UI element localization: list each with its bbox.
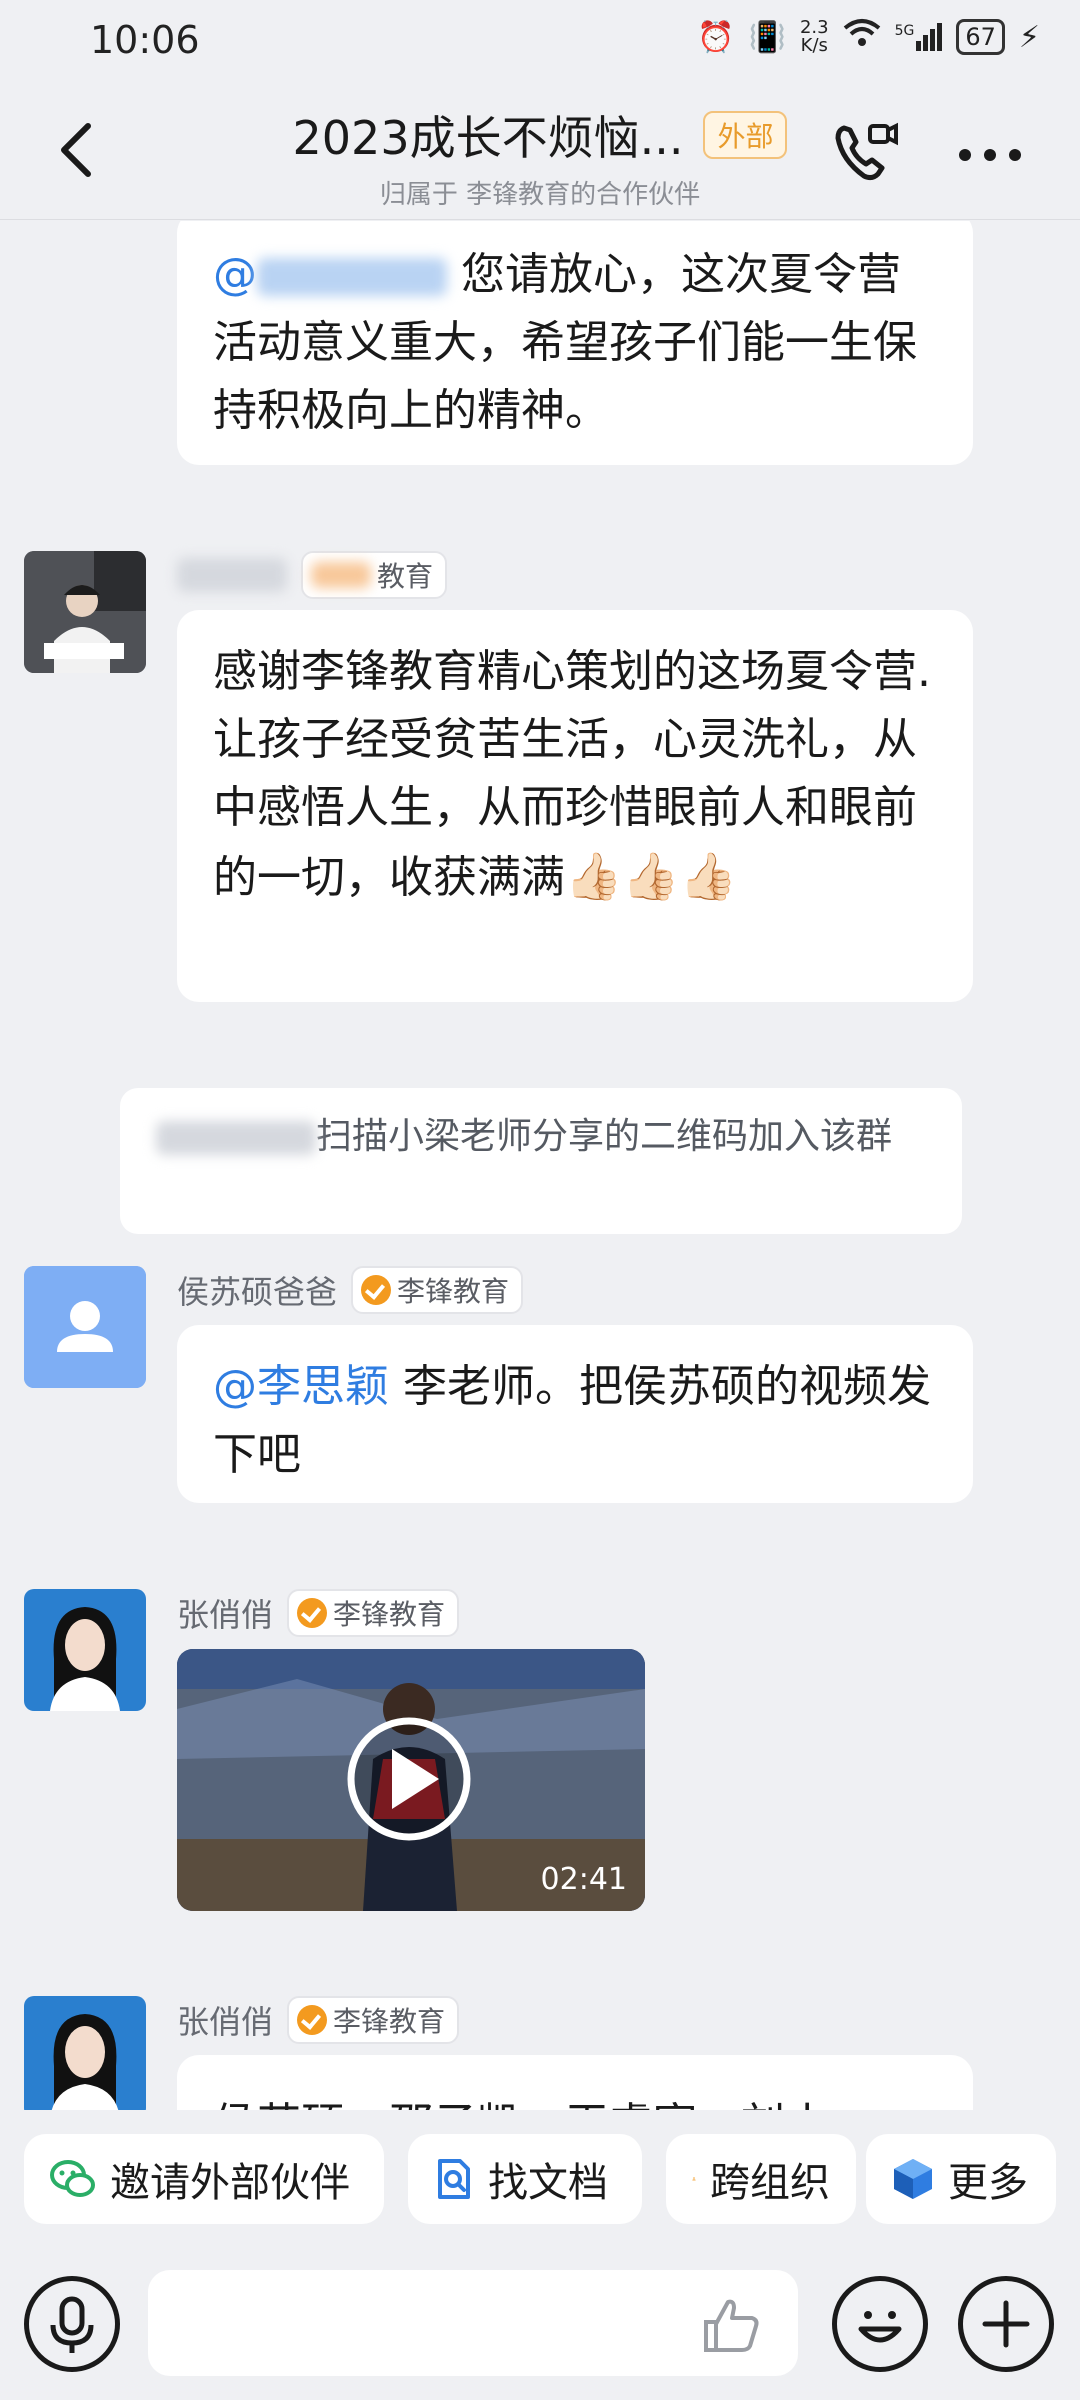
status-icons: ⏰ 📳 2.3 K/s 5G 67 ⚡ [697,18,1040,56]
redacted-sender-name [177,558,287,592]
find-document-button[interactable]: 找文档 [408,2134,642,2224]
title-area[interactable]: 2023成长不烦恼... 外部 归属于 李锋教育的合作伙伴 [0,102,1080,211]
org-badge: 李锋教育 [287,1996,460,2044]
alarm-icon: ⏰ [697,19,735,55]
avatar[interactable] [24,1266,146,1388]
microphone-icon [50,2296,94,2353]
redacted-name [257,258,447,296]
sender-name: 张俏俏 [177,1596,274,1634]
status-time: 10:06 [90,18,200,62]
charging-icon: ⚡ [1018,19,1040,55]
status-bar: 10:06 ⏰ 📳 2.3 K/s 5G 67 ⚡ [0,0,1080,80]
verified-icon [361,1275,392,1305]
redacted-name [156,1121,316,1155]
org-badge: 教育 [301,551,448,599]
chat-header: 2023成长不烦恼... 外部 归属于 李锋教育的合作伙伴 [0,80,1080,220]
message-bubble[interactable]: 感谢李锋教育精心策划的这场夏令营.让孩子经受贫苦生活，心灵洗礼，从中感悟人生，从… [177,610,973,1002]
chat-subtitle: 归属于 李锋教育的合作伙伴 [379,180,701,210]
message-bubble[interactable]: @李思颖 李老师。把侯苏硕的视频发下吧 [177,1325,973,1503]
phone-video-icon [835,122,898,181]
chat-area[interactable]: @ 您请放心，这次夏令营活动意义重大，希望孩子们能一生保持积极向上的精神。 教育… [0,221,1080,2111]
avatar[interactable] [24,1996,146,2111]
quick-actions-bar: 邀请外部伙伴 找文档 跨组织 更多 [0,2110,1080,2240]
voice-button[interactable] [24,2276,120,2372]
more-options-button[interactable] [955,135,1025,175]
thumbs-up-emoji: 👍🏻👍🏻👍🏻 [565,849,737,903]
cross-org-button[interactable]: 跨组织 [666,2134,856,2224]
mention-link[interactable]: @李思颖 [213,1361,389,1412]
plus-icon [982,2300,1030,2348]
avatar[interactable] [24,551,146,673]
add-button[interactable] [958,2276,1054,2372]
smiley-icon [858,2311,902,2343]
cube-icon [894,2159,932,2199]
wifi-icon [843,18,881,56]
sender-info: 张俏俏 李锋教育 [177,1589,460,1637]
sender-info: 侯苏硕爸爸 李锋教育 [177,1266,524,1314]
sender-name: 侯苏硕爸爸 [177,1273,338,1311]
video-message[interactable]: 02:41 [177,1649,645,1911]
wechat-icon [50,2160,95,2197]
chat-title: 2023成长不烦恼... [292,111,684,165]
battery-indicator: 67 [956,19,1005,55]
message-bubble[interactable]: @ 您请放心，这次夏令营活动意义重大，希望孩子们能一生保持积极向上的精神。 [177,221,973,465]
sender-name: 张俏俏 [177,2003,274,2041]
external-badge: 外部 [703,111,788,159]
verified-icon [297,1598,328,1628]
default-user-icon [24,1266,146,1388]
avatar[interactable] [24,1589,146,1711]
more-actions-button[interactable]: 更多 [866,2134,1056,2224]
document-search-icon [438,2159,470,2199]
thumbs-up-icon[interactable] [700,2294,762,2356]
ellipsis-icon [959,149,1021,161]
emoji-button[interactable] [832,2276,928,2372]
org-badge: 李锋教育 [287,1589,460,1637]
vibrate-icon: 📳 [748,19,786,55]
signal-icon: 5G [895,23,943,51]
message-bubble[interactable]: 侯苏硕、邵子凯、王睿宸、刘小 [177,2055,973,2111]
stamp-icon [692,2177,696,2181]
sender-info: 教育 [177,551,448,599]
org-badge: 李锋教育 [351,1266,524,1314]
input-bar [0,2240,1080,2400]
message-input[interactable] [148,2270,798,2376]
verified-icon [297,2005,328,2035]
sender-info: 张俏俏 李锋教育 [177,1996,460,2044]
video-duration: 02:41 [540,1862,627,1897]
mention-link[interactable]: @ [213,249,447,300]
invite-partner-button[interactable]: 邀请外部伙伴 [24,2134,384,2224]
network-speed: 2.3 K/s [799,17,829,56]
call-button[interactable] [830,118,900,188]
system-message: 扫描小梁老师分享的二维码加入该群 [120,1088,962,1234]
